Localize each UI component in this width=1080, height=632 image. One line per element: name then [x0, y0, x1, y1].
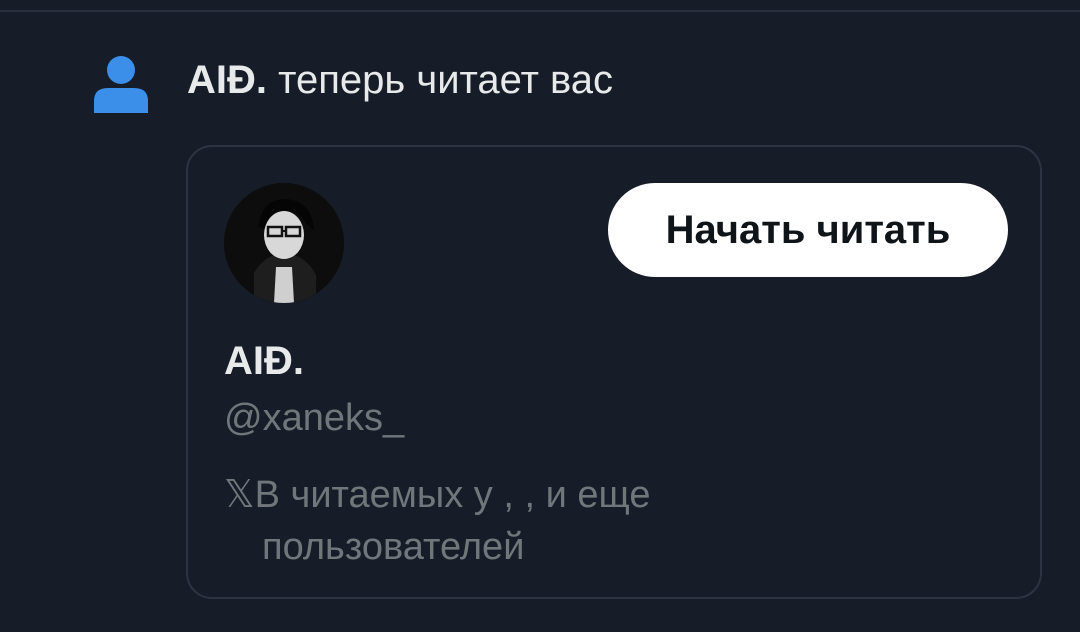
- followed-by-line1: В читаемых у , , и еще: [254, 474, 651, 516]
- notification-action: теперь читает вас: [278, 58, 614, 102]
- display-name[interactable]: AIĐ.: [224, 337, 304, 385]
- followed-by-text: 𝕏В читаемых у , , и еще пользователей: [224, 469, 924, 573]
- x-logo-icon: 𝕏: [224, 474, 255, 516]
- person-icon: [94, 56, 148, 113]
- follow-button[interactable]: Начать читать: [608, 183, 1008, 277]
- avatar-image: [224, 183, 344, 303]
- notification-text: AIĐ. теперь читает вас: [187, 56, 613, 104]
- user-card[interactable]: Начать читать AIĐ. @xaneks_ 𝕏В читаемых …: [186, 145, 1042, 599]
- followed-by-line2: пользователей: [262, 526, 525, 568]
- notification-user-name[interactable]: AIĐ.: [187, 58, 267, 102]
- profile-avatar[interactable]: [224, 183, 344, 303]
- user-handle[interactable]: @xaneks_: [224, 395, 404, 441]
- top-divider: [0, 10, 1080, 12]
